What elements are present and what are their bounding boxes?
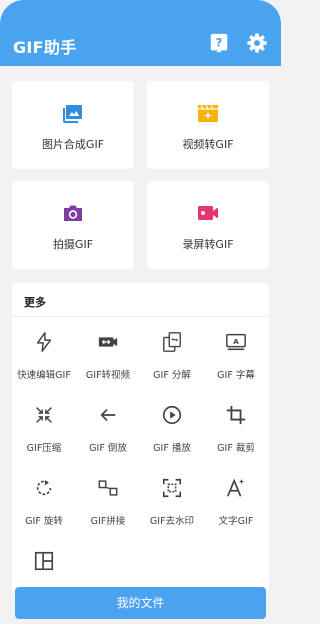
tool-gif-play[interactable]: GIF 播放: [140, 404, 204, 470]
divider: [12, 316, 269, 317]
tool-label: GIF压缩: [26, 443, 62, 454]
tool-gif-reverse[interactable]: GIF 倒放: [76, 404, 140, 470]
tool-label: 快速编辑GIF: [17, 370, 71, 381]
tool-gif-rotate[interactable]: GIF 旋转: [12, 477, 76, 543]
tool-label: GIF拼接: [90, 516, 126, 527]
card-shoot-gif[interactable]: 拍摄GIF: [12, 181, 134, 269]
join-icon: [98, 480, 118, 496]
gear-icon[interactable]: [246, 32, 268, 54]
card-label: 视频转GIF: [182, 138, 234, 151]
tool-label: GIF 倒放: [89, 443, 127, 454]
tool-label: 文字GIF: [218, 516, 254, 527]
tool-gif-to-video[interactable]: GIF转视频: [76, 331, 140, 397]
tool-quick-edit-gif[interactable]: 快速编辑GIF: [12, 331, 76, 397]
card-screen-record-to-gif[interactable]: 录屏转GIF: [147, 181, 269, 269]
reverse-icon: [100, 408, 116, 422]
tool-label: GIF 旋转: [25, 516, 63, 527]
subtitle-icon: A: [226, 333, 246, 351]
split-icon: [163, 332, 181, 352]
app-bar: GIF助手 ?: [0, 0, 281, 66]
tool-text-gif[interactable]: 文字GIF: [204, 477, 268, 543]
rotate-icon: [36, 479, 52, 496]
tool-gif-join[interactable]: GIF拼接: [76, 477, 140, 543]
play-icon: [162, 405, 182, 425]
card-label: 拍摄GIF: [52, 238, 94, 251]
app-title: GIF助手: [13, 38, 77, 57]
tool-label: GIF 播放: [153, 443, 191, 454]
tool-gif-compress[interactable]: GIF压缩: [12, 404, 76, 470]
more-title: 更多: [24, 296, 46, 309]
more-tools-panel: 更多 快速编辑GIF GIF转视频 GIF 分解 A GIF 字幕 GIF压缩 …: [12, 283, 269, 593]
my-files-button[interactable]: 我的文件: [15, 587, 266, 619]
card-label: 录屏转GIF: [182, 238, 234, 251]
help-icon[interactable]: ?: [208, 32, 230, 54]
svg-text:A: A: [233, 337, 239, 346]
record-screen-icon: [198, 206, 218, 220]
card-video-to-gif[interactable]: 视频转GIF: [147, 81, 269, 169]
svg-text:?: ?: [216, 36, 223, 50]
compress-icon: [36, 407, 52, 423]
card-label: 图片合成GIF: [41, 138, 105, 151]
tool-label: GIF去水印: [149, 516, 195, 527]
video-convert-icon: [98, 337, 118, 347]
text-icon: [226, 478, 244, 497]
tool-gif-remove-watermark[interactable]: GIF去水印: [140, 477, 204, 543]
card-images-to-gif[interactable]: 图片合成GIF: [12, 81, 134, 169]
tool-gif-crop[interactable]: GIF 裁剪: [204, 404, 268, 470]
tool-label: GIF转视频: [85, 370, 131, 381]
camera-icon: [64, 205, 82, 221]
tool-gif-split[interactable]: GIF 分解: [140, 331, 204, 397]
flash-icon: [36, 332, 52, 352]
tool-label: GIF 裁剪: [217, 443, 255, 454]
tool-label: GIF 分解: [153, 370, 191, 381]
crop-icon: [226, 405, 246, 425]
remove-watermark-icon: [162, 478, 182, 498]
layout-icon: [34, 551, 54, 571]
image-icon: [63, 105, 82, 123]
video-sparkle-icon: [198, 104, 218, 122]
tool-gif-subtitle[interactable]: A GIF 字幕: [204, 331, 268, 397]
tool-label: GIF 字幕: [217, 370, 255, 381]
